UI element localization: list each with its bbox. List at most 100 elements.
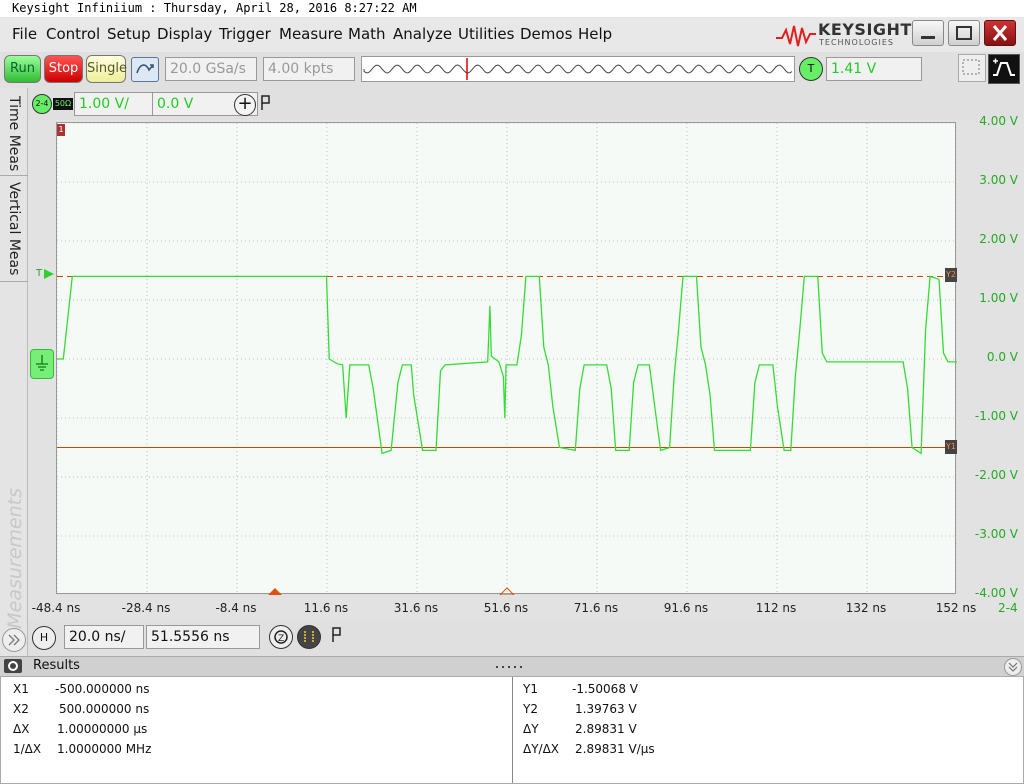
y-tick-label: -1.00 V xyxy=(974,409,1018,423)
gear-icon xyxy=(8,661,18,671)
x-tick-label: 112 ns xyxy=(755,601,797,615)
maximize-button[interactable] xyxy=(948,20,980,46)
result-label: 1/ΔX xyxy=(13,742,42,756)
y-tick-label: 2.00 V xyxy=(979,232,1018,246)
trigger-position-marker[interactable] xyxy=(268,588,282,595)
trigger-badge[interactable]: T xyxy=(799,57,823,81)
y-tick-label: 1.00 V xyxy=(979,291,1018,305)
window-title: Keysight Infiniium : Thursday, April 28,… xyxy=(0,0,1024,17)
close-icon xyxy=(992,25,1008,41)
result-value: 1.39763 V xyxy=(575,702,637,716)
results-title: Results xyxy=(33,658,80,673)
drag-handle-icon[interactable] xyxy=(494,661,524,671)
sample-rate-field[interactable]: 20.0 GSa/s xyxy=(165,57,257,81)
result-value: 1.0000000 MHz xyxy=(57,742,152,756)
results-marker-y-column: Y1 -1.50068 V Y2 1.39763 V ΔY 2.89831 V … xyxy=(513,677,1023,783)
menu-display[interactable]: Display xyxy=(157,25,212,43)
result-value: 2.89831 V xyxy=(575,722,637,736)
vertical-setup-bar: 2-4 50Ω 1.00 V/ 0.0 V + xyxy=(28,88,1024,120)
brand-logo: KEYSIGHT TECHNOLOGIES xyxy=(776,20,911,50)
waveform-graticule[interactable] xyxy=(56,122,958,596)
y-tick-label: 0.0 V xyxy=(986,350,1018,364)
gating-icon xyxy=(304,631,314,643)
menu-analyze[interactable]: Analyze xyxy=(393,25,452,43)
result-value: -1.50068 V xyxy=(572,682,638,696)
marker-1[interactable]: 1 xyxy=(57,124,65,136)
result-label: Y2 xyxy=(523,702,538,716)
x-tick-label: -48.4 ns xyxy=(31,601,81,615)
minimize-button[interactable] xyxy=(912,20,944,46)
result-label: X1 xyxy=(13,682,29,696)
tab-time-meas[interactable]: Time Meas xyxy=(0,90,28,176)
collapse-results-button[interactable] xyxy=(1004,658,1022,676)
minimize-icon xyxy=(921,36,935,39)
x-tick-label: -28.4 ns xyxy=(121,601,171,615)
menu-demos[interactable]: Demos xyxy=(520,25,572,43)
x-tick-label: 31.6 ns xyxy=(393,601,439,615)
waveform-plot xyxy=(56,122,958,596)
trigger-level-marker[interactable]: T xyxy=(36,268,42,279)
y-tick-label: -3.00 V xyxy=(974,527,1018,541)
gating-button[interactable] xyxy=(297,625,321,649)
y-tick-label: -4.00 V xyxy=(974,586,1018,600)
pin-icon xyxy=(261,95,270,110)
menu-setup[interactable]: Setup xyxy=(107,25,151,43)
tab-vertical-meas[interactable]: Vertical Meas xyxy=(0,178,28,282)
pin-button[interactable] xyxy=(259,94,273,114)
brand-sub: TECHNOLOGIES xyxy=(819,38,894,47)
add-waveform-button[interactable]: + xyxy=(234,94,256,116)
side-tabs: Time Meas Vertical Meas Measurements xyxy=(0,88,28,658)
trigger-arrow-icon xyxy=(44,269,54,279)
menu-trigger[interactable]: Trigger xyxy=(219,25,271,43)
run-button[interactable]: Run xyxy=(4,55,41,83)
cursor-y2-tag[interactable]: Y2 xyxy=(945,268,957,282)
autoscale-icon xyxy=(136,64,154,74)
channel-tag: 2-4 xyxy=(998,601,1018,615)
toolbar-config-button[interactable] xyxy=(958,54,986,82)
menu-file[interactable]: File xyxy=(12,25,37,43)
impedance-badge: 50Ω xyxy=(53,98,73,110)
channel-ground-marker[interactable] xyxy=(30,349,54,379)
result-label: ΔY/ΔX xyxy=(523,742,560,756)
menu-measure[interactable]: Measure xyxy=(279,25,343,43)
menu-control[interactable]: Control xyxy=(46,25,100,43)
double-chevron-down-icon xyxy=(1008,662,1018,672)
time-position-field[interactable]: 51.5556 ns xyxy=(146,625,260,649)
timeline-overview xyxy=(363,58,793,80)
time-scale-field[interactable]: 20.0 ns/ xyxy=(64,625,144,649)
menu-help[interactable]: Help xyxy=(578,25,612,43)
x-tick-label: 11.6 ns xyxy=(303,601,349,615)
restore-icon xyxy=(956,26,972,40)
x-tick-label: 71.6 ns xyxy=(573,601,619,615)
results-header[interactable]: Results xyxy=(0,656,1024,676)
horizontal-badge[interactable]: H xyxy=(32,626,56,650)
menu-math[interactable]: Math xyxy=(348,25,386,43)
results-gear-button[interactable] xyxy=(4,659,22,673)
memory-depth-field[interactable]: 4.00 kpts xyxy=(263,57,355,81)
result-label: Y1 xyxy=(523,682,538,696)
brand-name: KEYSIGHT xyxy=(818,20,912,39)
horizontal-setup-bar: H 20.0 ns/ 51.5556 ns Z xyxy=(28,620,1024,656)
waveform-touch-icon xyxy=(993,58,1015,76)
expand-sidebar-button[interactable] xyxy=(2,628,26,652)
trigger-level-field[interactable]: 1.41 V xyxy=(826,57,922,81)
x-tick-label: 91.6 ns xyxy=(663,601,709,615)
horizontal-pin-button[interactable] xyxy=(330,626,344,646)
y-tick-label: 3.00 V xyxy=(979,173,1018,187)
channel-badge[interactable]: 2-4 xyxy=(32,94,52,114)
close-button[interactable] xyxy=(984,20,1016,46)
plus-icon: + xyxy=(237,93,253,114)
cursor-y1-tag[interactable]: Y1 xyxy=(945,440,957,454)
pin-icon xyxy=(332,627,341,642)
touch-mode-button[interactable] xyxy=(988,54,1020,84)
acquisition-timeline[interactable] xyxy=(361,56,795,82)
autoscale-button[interactable] xyxy=(131,57,159,82)
single-button[interactable]: Single xyxy=(86,55,127,83)
stop-button[interactable]: Stop xyxy=(44,55,83,83)
zoom-button[interactable]: Z xyxy=(269,625,293,649)
result-label: ΔX xyxy=(13,722,30,736)
menu-utilities[interactable]: Utilities xyxy=(458,25,514,43)
results-marker-x-column: X1 -500.000000 ns X2 500.000000 ns ΔX 1.… xyxy=(1,677,513,783)
x-tick-label: -8.4 ns xyxy=(215,601,257,615)
tab-vertical-meas-label: Vertical Meas xyxy=(6,182,22,276)
